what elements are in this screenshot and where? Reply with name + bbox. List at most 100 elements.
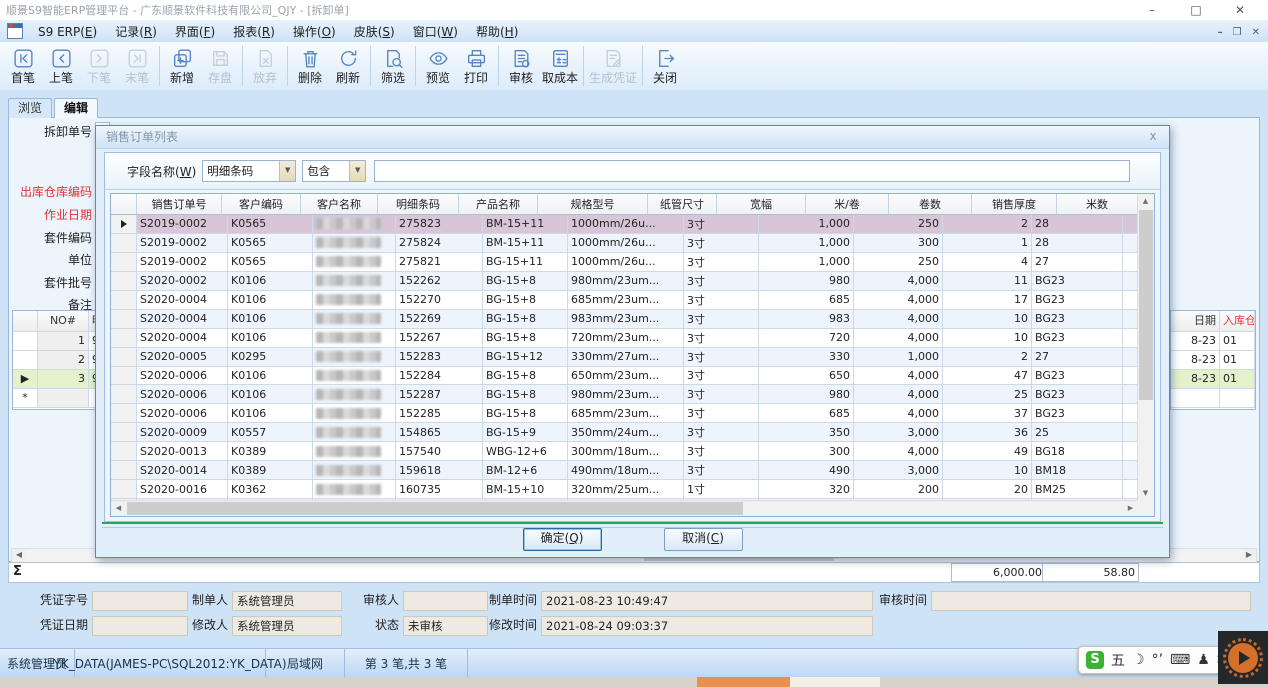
grid-hscroll-thumb[interactable] (127, 502, 743, 515)
scroll-down-icon[interactable]: ▼ (1138, 486, 1153, 501)
column-header-米数[interactable]: 米数 (1057, 194, 1138, 214)
table-row[interactable]: S2020-0016K0362160735BM-15+10320mm/25um.… (111, 480, 1138, 499)
column-header-纸管尺寸[interactable]: 纸管尺寸 (648, 194, 717, 214)
column-header-明细条码[interactable]: 明细条码 (378, 194, 459, 214)
table-row[interactable]: S2019-0002K0565275824BM-15+111000mm/26u.… (111, 234, 1138, 253)
menu-item-7[interactable]: 窗口(W) (404, 25, 467, 39)
column-header-宽幅[interactable]: 宽幅 (717, 194, 806, 214)
toolbar-button-预览[interactable]: 预览 (419, 47, 457, 85)
tab-编辑[interactable]: 编辑 (54, 98, 98, 118)
table-row[interactable]: S2020-0006K0106152287BG-15+8980mm/23um..… (111, 385, 1138, 404)
toolbar-button-删除[interactable]: 删除 (291, 47, 329, 85)
sales-order-list-dialog: 销售订单列表 x 字段名称(W) 明细条码 ▼ 包含 ▼ 销售订单号客户编码客户… (95, 125, 1170, 558)
menu-item-3[interactable]: 界面(F) (166, 25, 224, 39)
column-header-客户名称[interactable]: 客户名称 (301, 194, 378, 214)
table-row[interactable]: 8-2301 (1171, 332, 1255, 351)
table-row[interactable]: S2020-0009K0557154865BG-15+9350mm/24um..… (111, 423, 1138, 442)
menu-item-8[interactable]: 帮助(H) (467, 25, 527, 39)
toolbar-button-刷新[interactable]: 刷新 (329, 47, 367, 85)
table-row[interactable]: S2020-0004K0106152269BG-15+8983mm/23um..… (111, 310, 1138, 329)
column-header-米/卷[interactable]: 米/卷 (806, 194, 889, 214)
column-header-卷数[interactable]: 卷数 (889, 194, 972, 214)
taskbar-item-orange[interactable] (697, 677, 790, 687)
column-header-规格型号[interactable]: 规格型号 (538, 194, 648, 214)
grid-horizontal-scrollbar[interactable]: ◀ ▶ (111, 500, 1138, 516)
toolbar-button-放弃[interactable]: 放弃 (246, 47, 284, 85)
sogou-logo-icon[interactable]: S (1086, 651, 1104, 669)
column-header-selector[interactable] (111, 194, 137, 214)
chevron-down-icon[interactable]: ▼ (349, 161, 365, 181)
column-header-产品名称[interactable]: 产品名称 (459, 194, 538, 214)
menu-item-5[interactable]: 操作(O) (284, 25, 345, 39)
toolbar-button-打印[interactable]: 打印 (457, 47, 495, 85)
table-row[interactable] (1171, 389, 1255, 408)
table-row[interactable]: S2020-0002K0106152262BG-15+8980mm/23um..… (111, 272, 1138, 291)
table-row[interactable]: S2020-0004K0106152270BG-15+8685mm/23um..… (111, 291, 1138, 310)
table-row[interactable]: S2020-0005K0295152283BG-15+12330mm/27um.… (111, 348, 1138, 367)
cell: 152267 (396, 329, 483, 347)
filter-operator-select[interactable]: 包含 ▼ (302, 160, 366, 182)
window-controls: – □ ✕ (1130, 0, 1262, 20)
column-header-销售厚度[interactable]: 销售厚度 (972, 194, 1057, 214)
skin-person-icon[interactable]: ♟ (1197, 652, 1210, 668)
scroll-right-icon[interactable]: ▶ (1123, 501, 1138, 515)
cancel-button[interactable]: 取消(C) (664, 528, 743, 551)
cell: K0295 (228, 348, 313, 366)
mdi-restore-icon[interactable]: ❐ (1233, 27, 1242, 38)
scroll-left-icon[interactable]: ◀ (12, 549, 26, 561)
redacted-text (316, 294, 381, 305)
column-header-销售订单号[interactable]: 销售订单号 (137, 194, 222, 214)
toolbar-button-首笔[interactable]: 首笔 (4, 47, 42, 85)
table-row[interactable]: S2020-0014K0389159618BM-12+6490mm/18um..… (111, 461, 1138, 480)
menu-item-1[interactable]: S9 ERP(E) (29, 25, 106, 39)
toolbar-button-存盘[interactable]: 存盘 (201, 47, 239, 85)
maximize-icon[interactable]: □ (1174, 0, 1218, 20)
toolbar-button-关闭[interactable]: 关闭 (646, 47, 684, 85)
ok-button[interactable]: 确定(Q) (523, 528, 602, 551)
mdi-minimize-icon[interactable]: – (1218, 27, 1223, 38)
toolbar-button-筛选[interactable]: 筛选 (374, 47, 412, 85)
scroll-up-icon[interactable]: ▲ (1138, 194, 1153, 209)
grid-vertical-scrollbar[interactable]: ▲ ▼ (1137, 194, 1154, 501)
minimize-icon[interactable]: – (1130, 0, 1174, 20)
filter-field-select[interactable]: 明细条码 ▼ (202, 160, 296, 182)
filter-query-input[interactable] (374, 160, 1130, 182)
taskbar-item-light[interactable] (790, 677, 880, 687)
table-row[interactable]: S2020-0006K0106152284BG-15+8650mm/23um..… (111, 367, 1138, 386)
menu-item-6[interactable]: 皮肤(S) (345, 25, 404, 39)
cell: 50 (1123, 215, 1138, 233)
close-icon[interactable]: ✕ (1218, 0, 1262, 20)
menu-item-4[interactable]: 报表(R) (224, 25, 284, 39)
table-row[interactable]: S2020-0013K0389157540WBG-12+6300mm/18um.… (111, 442, 1138, 461)
chevron-down-icon[interactable]: ▼ (279, 161, 295, 181)
soft-keyboard-icon[interactable]: ⌨ (1170, 652, 1190, 668)
punctuation-mode-icon[interactable]: °’ (1152, 652, 1163, 668)
scroll-left-icon[interactable]: ◀ (111, 501, 126, 515)
table-row[interactable]: 8-2301 (1171, 370, 1255, 389)
wubi-mode-icon[interactable]: 五 (1111, 650, 1125, 670)
toolbar-button-末笔[interactable]: 末笔 (118, 47, 156, 85)
scroll-right-icon[interactable]: ▶ (1242, 549, 1256, 561)
table-row[interactable]: 8-2301 (1171, 351, 1255, 370)
cell: BG18 (1032, 442, 1123, 460)
overlay-app-tile[interactable] (1218, 631, 1268, 684)
table-row[interactable]: S2019-0002K0565275823BM-15+111000mm/26u.… (111, 215, 1138, 234)
toolbar-button-上笔[interactable]: 上笔 (42, 47, 80, 85)
dialog-close-icon[interactable]: x (1145, 129, 1161, 145)
toolbar-button-下笔[interactable]: 下笔 (80, 47, 118, 85)
toolbar-button-新增[interactable]: 新增 (163, 47, 201, 85)
mdi-close-icon[interactable]: ✕ (1252, 27, 1260, 38)
toolbar-button-生成凭证[interactable]: 生成凭证 (587, 47, 639, 85)
fullwidth-moon-icon[interactable]: ☽ (1132, 652, 1145, 668)
table-row[interactable]: S2019-0002K0565275821BG-15+111000mm/26u.… (111, 253, 1138, 272)
table-row[interactable]: S2020-0006K0106152285BG-15+8685mm/23um..… (111, 404, 1138, 423)
table-row[interactable]: S2020-0004K0106152267BG-15+8720mm/23um..… (111, 329, 1138, 348)
column-header-客户编码[interactable]: 客户编码 (222, 194, 301, 214)
tab-浏览[interactable]: 浏览 (8, 98, 52, 118)
menu-item-2[interactable]: 记录(R) (106, 25, 166, 39)
toolbar-button-取成本[interactable]: 取成本 (540, 47, 580, 85)
cell: 152262 (396, 272, 483, 290)
grid-vscroll-thumb[interactable] (1139, 210, 1153, 400)
cell: BG23 (1032, 385, 1123, 403)
toolbar-button-审核[interactable]: 审核 (502, 47, 540, 85)
